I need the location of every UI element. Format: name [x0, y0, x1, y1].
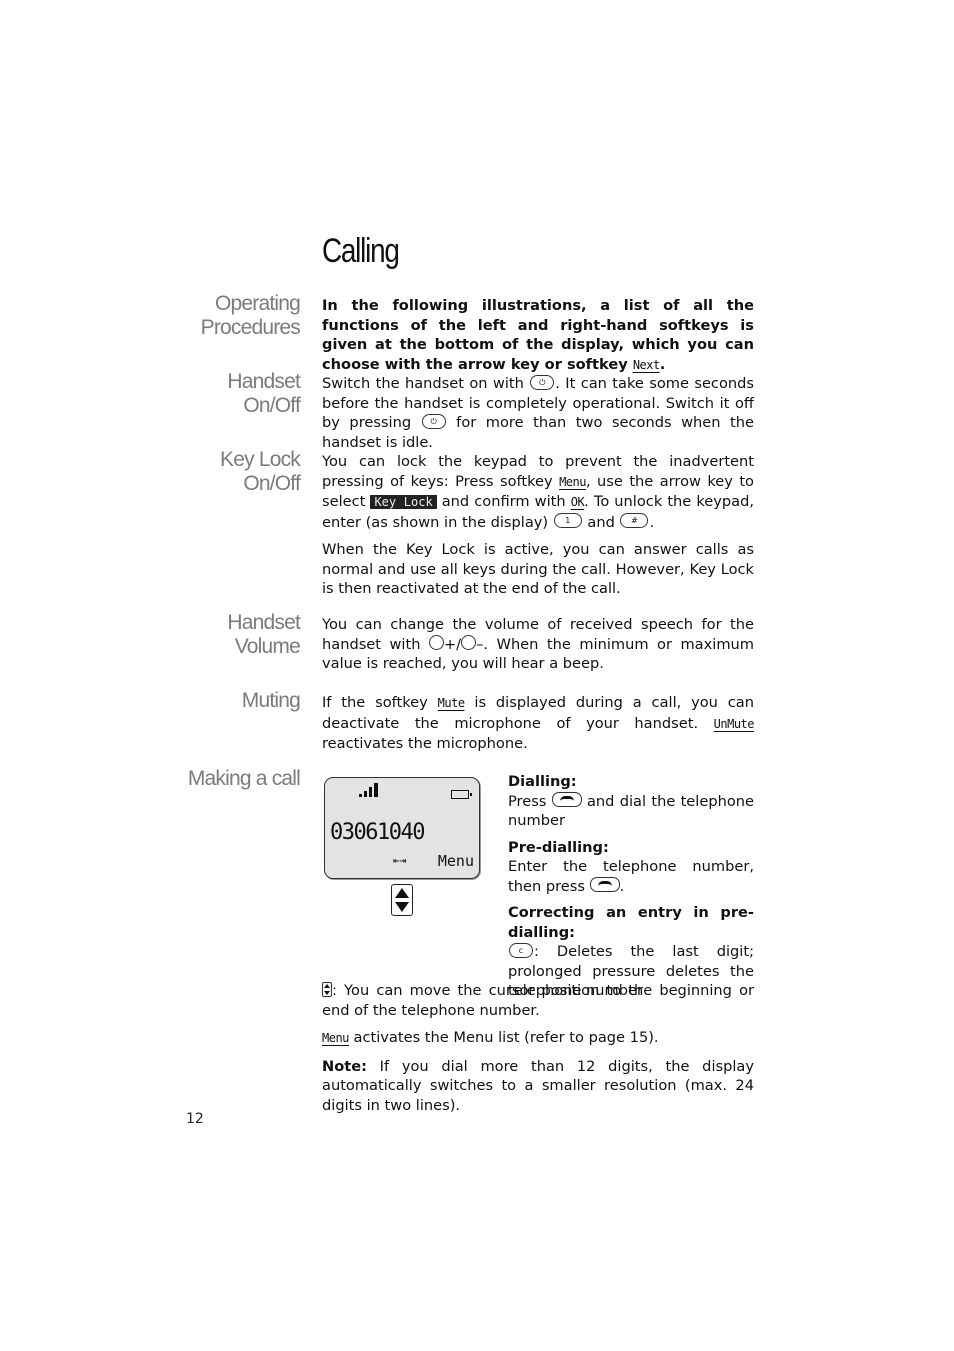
intro-text-end: .	[659, 355, 666, 373]
text: .	[649, 513, 655, 531]
side-heading-making-a-call: Making a call	[187, 767, 301, 790]
text: and	[582, 513, 620, 531]
side-heading-handset-volume: Handset Volume	[227, 611, 300, 659]
softkey-menu: Menu	[559, 474, 586, 489]
power-key-icon: ⏻	[530, 374, 555, 390]
handset-display-illustration: 03061040 ⇤⇥ Menu	[324, 777, 480, 879]
arrow-key-icon	[391, 884, 413, 916]
key-lock-active-paragraph: When the Key Lock is active, you can ans…	[322, 541, 754, 597]
page-number: 12	[186, 1111, 204, 1127]
plus-sign: +/	[443, 635, 462, 653]
predialling-heading: Pre-dialling:	[508, 838, 609, 856]
signal-strength-icon	[359, 783, 378, 797]
display-key-lock-selected: Key Lock	[370, 495, 437, 509]
text: : You can move the cursor position to th…	[322, 982, 754, 1019]
side-heading-line: On/Off	[243, 472, 300, 495]
side-heading-key-lock: Key Lock On/Off	[220, 448, 301, 496]
side-heading-operating-procedures: Operating Procedures	[200, 292, 301, 340]
side-heading-line: Procedures	[200, 316, 301, 339]
key-lock-paragraph: You can lock the keypad to prevent the i…	[322, 452, 754, 599]
text: If the softkey	[322, 694, 438, 711]
battery-icon	[451, 790, 472, 799]
arrow-key-icon	[322, 981, 332, 997]
making-call-notes: : You can move the cursor position to th…	[322, 981, 754, 1115]
side-heading-muting: Muting	[241, 689, 301, 712]
cursor-move-icon: ⇤⇥	[393, 854, 407, 867]
text: .	[619, 877, 625, 895]
call-key-icon	[589, 877, 620, 892]
text: Enter the telephone number, then press	[508, 858, 754, 895]
key-hash-icon: #	[620, 513, 649, 528]
muting-paragraph: If the softkey Mute is displayed during …	[322, 693, 755, 754]
softkey-menu: Menu	[322, 1031, 349, 1045]
correcting-heading: Correcting an entry in pre-dialling:	[508, 904, 754, 941]
side-heading-line: Handset	[227, 370, 300, 393]
volume-up-key-icon	[428, 635, 444, 650]
text: Switch the handset on with	[322, 375, 530, 392]
side-heading-line: Key Lock	[220, 448, 301, 471]
call-key-icon	[551, 792, 582, 807]
note-label: Note:	[322, 1057, 367, 1075]
dialling-heading: Dialling:	[508, 773, 577, 790]
text: activates the Menu list (refer to page 1…	[348, 1029, 659, 1046]
side-heading-handset-on-off: Handset On/Off	[227, 370, 300, 418]
intro-paragraph: In the following illustrations, a list o…	[322, 296, 754, 375]
arrow-down-icon	[395, 902, 409, 912]
text: and confirm with	[436, 493, 571, 510]
volume-paragraph: You can change the volume of received sp…	[322, 615, 754, 674]
side-heading-line: On/Off	[243, 394, 300, 417]
display-phone-number: 03061040	[330, 820, 425, 845]
intro-text: In the following illustrations, a list o…	[322, 297, 754, 373]
softkey-unmute: UnMute	[713, 716, 755, 731]
side-heading-line: Operating	[214, 292, 301, 315]
power-key-icon: ⏻	[421, 413, 446, 429]
note-text: If you dial more than 12 digits, the dis…	[322, 1057, 754, 1114]
arrow-up-icon	[395, 888, 409, 898]
softkey-next: Next	[632, 357, 660, 372]
display-softkey-menu: Menu	[437, 852, 474, 870]
softkey-mute: Mute	[437, 696, 465, 710]
clear-key-icon: c	[509, 942, 533, 958]
text: reactivates the microphone.	[322, 735, 528, 752]
handset-on-off-paragraph: Switch the handset on with ⏻. It can tak…	[322, 374, 754, 452]
volume-down-key-icon	[461, 635, 477, 650]
key-1-icon: 1	[553, 513, 582, 528]
softkey-ok: OK	[570, 495, 585, 509]
making-call-instructions: Dialling: Press and dial the telephone n…	[508, 772, 754, 1001]
side-heading-line: Volume	[234, 635, 301, 658]
page-title: Calling	[322, 232, 400, 270]
side-heading-line: Handset	[227, 611, 300, 634]
text: Press	[508, 792, 552, 810]
